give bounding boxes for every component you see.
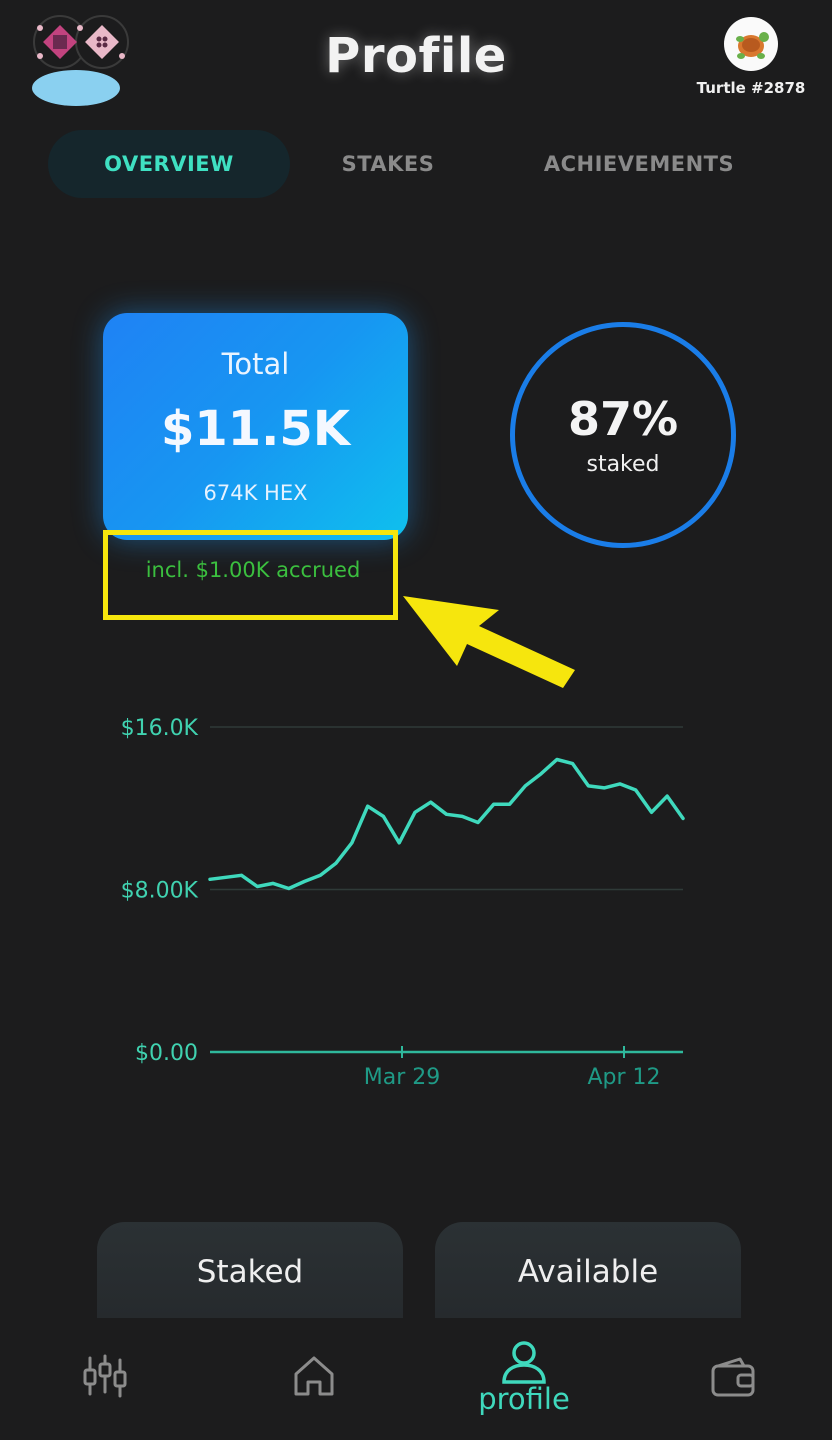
user-name[interactable]: Turtle #2878 xyxy=(680,79,822,97)
staked-card[interactable]: Staked xyxy=(97,1222,403,1318)
available-card[interactable]: Available xyxy=(435,1222,741,1318)
tab-achievements[interactable]: ACHIEVEMENTS xyxy=(520,130,758,198)
total-hex: 674K HEX xyxy=(203,481,308,505)
wallet-icon[interactable] xyxy=(710,1356,756,1398)
market-candles-icon[interactable] xyxy=(80,1354,130,1398)
total-card[interactable]: Total $11.5K 674K HEX xyxy=(103,313,408,540)
x-tick-label: Apr 12 xyxy=(587,1065,660,1090)
staked-label: staked xyxy=(586,452,660,477)
turtle-icon xyxy=(736,32,769,59)
highlight-box xyxy=(103,530,398,620)
nav-profile-label[interactable]: profile xyxy=(440,1382,608,1416)
profile-icon[interactable] xyxy=(500,1340,548,1384)
y-tick-label: $16.0K xyxy=(121,716,199,741)
home-icon[interactable] xyxy=(292,1354,336,1398)
y-tick-label: $8.00K xyxy=(121,879,199,904)
arrow-annotation xyxy=(403,596,575,688)
staked-card-label: Staked xyxy=(196,1254,304,1290)
page-title: Profile xyxy=(325,28,507,84)
available-card-label: Available xyxy=(517,1254,659,1290)
x-tick-label: Mar 29 xyxy=(364,1065,441,1090)
tab-overview[interactable]: OVERVIEW xyxy=(48,130,290,198)
staked-percent: 87% xyxy=(567,392,679,446)
y-tick-label: $0.00 xyxy=(135,1041,198,1066)
portfolio-chart[interactable]: $16.0K $8.00K $0.00 Mar 29 Apr 12 xyxy=(0,700,832,1100)
avatar[interactable] xyxy=(724,17,778,71)
bottom-nav: profile xyxy=(0,1318,832,1440)
series-line xyxy=(208,757,685,891)
tab-stakes[interactable]: STAKES xyxy=(310,130,466,198)
total-value: $11.5K xyxy=(160,401,351,457)
total-label: Total xyxy=(221,347,290,381)
